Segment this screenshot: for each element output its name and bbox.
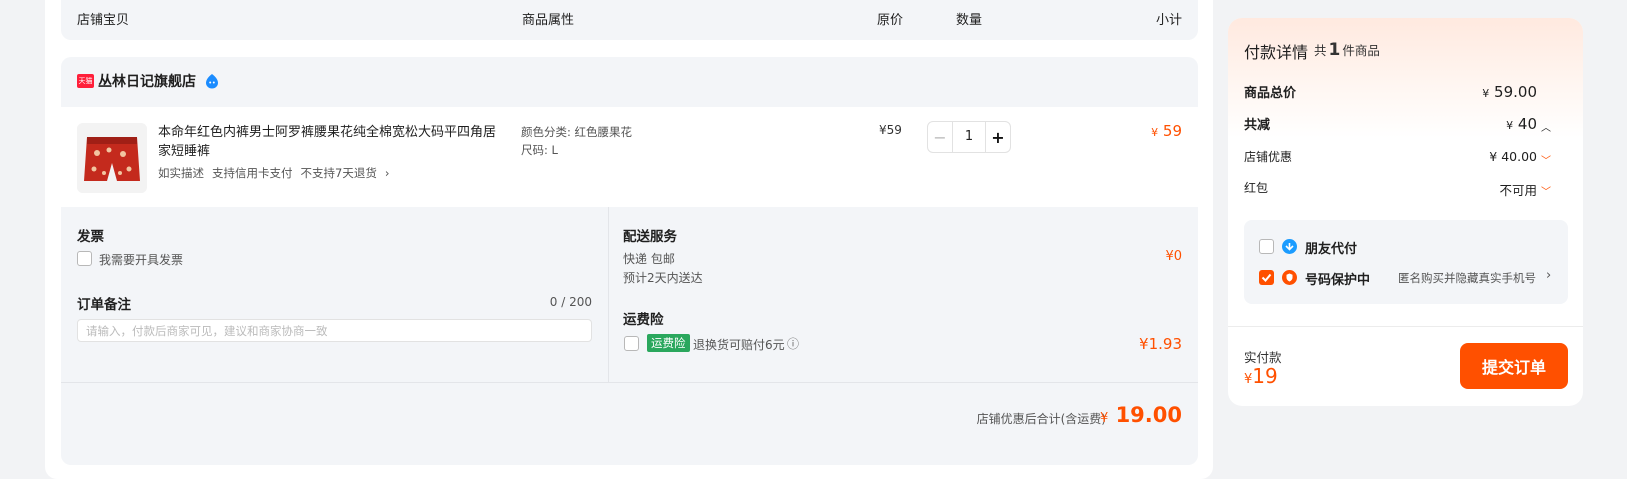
divider	[1228, 326, 1583, 327]
goods-total-value: 59.00	[1494, 83, 1537, 101]
chevron-right-icon: ›	[384, 166, 390, 180]
invoice-title: 发票	[77, 229, 104, 245]
chevron-down-icon[interactable]: ﹀	[1541, 152, 1551, 167]
delivery-eta: 预计2天内送达	[623, 271, 703, 285]
delivery-method: 快递 包邮	[623, 252, 675, 266]
payment-title: 付款详情	[1244, 43, 1309, 62]
paid-value: 19	[1252, 364, 1278, 388]
product-attributes: 颜色分类: 红色腰果花 尺码: L	[521, 123, 632, 159]
quantity-input[interactable]: 1	[953, 122, 985, 152]
shop-discount-value[interactable]: ¥ 40.00	[1489, 149, 1537, 164]
privacy-desc[interactable]: 匿名购买并隐藏真实手机号	[1398, 270, 1536, 286]
count-prefix: 共	[1314, 43, 1327, 58]
privacy-checkbox[interactable]	[1259, 270, 1274, 285]
divider	[61, 382, 1198, 383]
order-total-value: 19.00	[1115, 403, 1182, 427]
insurance-price: ¥1.93	[1139, 335, 1182, 353]
order-total-label: 店铺优惠后合计(含运费)	[976, 412, 1106, 426]
tmall-icon: 天猫	[77, 74, 94, 88]
insurance-title: 运费险	[623, 312, 664, 328]
service-tag: 支持信用卡支付	[212, 166, 293, 180]
discount-label: 共减	[1244, 118, 1271, 133]
shield-icon	[1282, 270, 1297, 285]
paid-amount: ¥19	[1244, 364, 1278, 388]
payment-panel: 付款详情 共 1 件商品 商品总价 ¥ 59.00 共减 ¥ 40 ︿ 店铺优惠 ¥…	[1228, 18, 1583, 406]
cart-item-row: 本命年红色内裤男士阿罗裤腰果花纯全棉宽松大码平四角居家短睡裤 如实描述 支持信用…	[61, 107, 1198, 207]
chevron-up-icon[interactable]: ︿	[1541, 119, 1551, 134]
boxer-shorts-image	[77, 123, 147, 193]
product-thumbnail[interactable]	[77, 123, 147, 193]
discount-value: 40	[1517, 115, 1537, 133]
goods-total-label: 商品总价	[1244, 86, 1297, 101]
invoice-checkbox[interactable]	[77, 251, 92, 266]
shop-row: 天猫 丛林日记旗舰店	[61, 57, 1198, 107]
attr-color: 颜色分类: 红色腰果花	[521, 125, 633, 139]
shop-name[interactable]: 丛林日记旗舰店	[98, 71, 196, 91]
discount-total[interactable]: ¥ 40	[1506, 115, 1537, 133]
remark-input[interactable]	[77, 319, 592, 342]
currency-symbol: ¥	[1151, 126, 1159, 139]
order-total: ¥ 19.00	[1100, 403, 1182, 427]
chevron-down-icon[interactable]: ﹀	[1541, 183, 1551, 198]
delivery-price: ¥0	[1165, 249, 1182, 264]
unit-price: ¥59	[879, 123, 902, 137]
submit-order-button[interactable]: 提交订单	[1460, 343, 1568, 389]
currency-symbol: ¥	[1482, 87, 1490, 100]
currency-symbol: ¥	[1099, 411, 1109, 426]
increase-button[interactable]: +	[985, 122, 1010, 152]
service-tag: 不支持7天退货	[300, 166, 377, 180]
delivery-title: 配送服务	[623, 229, 677, 245]
goods-total: ¥ 59.00	[1482, 83, 1537, 101]
shop-order: 天猫 丛林日记旗舰店 本命年红色内裤男士阿罗裤腰果花纯全棉宽松大码平四角居家短睡…	[61, 57, 1198, 465]
quantity-stepper: − 1 +	[927, 121, 1011, 153]
service-tag: 如实描述	[158, 166, 204, 180]
count-suffix: 件商品	[1342, 43, 1380, 58]
redpacket-label: 红包	[1244, 181, 1269, 195]
order-panel: 店铺宝贝 商品属性 原价 数量 小计 天猫 丛林日记旗舰店 本命年红色内裤男士阿…	[45, 0, 1213, 479]
col-qty-header: 数量	[956, 13, 983, 28]
col-price-header: 原价	[877, 13, 904, 28]
wangwang-chat-icon[interactable]	[204, 73, 220, 89]
info-icon[interactable]: ⓘ	[787, 335, 799, 352]
divider	[608, 207, 609, 382]
decrease-button[interactable]: −	[928, 122, 953, 152]
remark-title: 订单备注	[77, 297, 131, 313]
privacy-label: 号码保护中	[1305, 273, 1371, 288]
payment-options: 朋友代付 号码保护中 匿名购买并隐藏真实手机号 ›	[1244, 220, 1568, 304]
item-count: 共 1 件商品	[1314, 40, 1380, 60]
friend-pay-icon	[1282, 239, 1297, 254]
col-item-header: 店铺宝贝	[77, 13, 130, 28]
remark-counter: 0 / 200	[549, 295, 592, 309]
friend-pay-checkbox[interactable]	[1259, 239, 1274, 254]
service-tags[interactable]: 如实描述 支持信用卡支付 不支持7天退货 ›	[158, 165, 389, 181]
friend-pay-label[interactable]: 朋友代付	[1305, 238, 1357, 257]
col-attrs-header: 商品属性	[522, 13, 575, 28]
attr-size: 尺码: L	[521, 143, 558, 157]
column-header: 店铺宝贝 商品属性 原价 数量 小计	[61, 0, 1198, 40]
invoice-checkbox-label[interactable]: 我需要开具发票	[99, 251, 183, 268]
count-value: 1	[1328, 40, 1341, 60]
insurance-badge: 运费险	[647, 334, 690, 352]
redpacket-value[interactable]: 不可用	[1499, 180, 1537, 199]
currency-symbol: ¥	[1506, 119, 1514, 132]
insurance-desc: 退换货可赔付6元	[693, 338, 785, 352]
col-subtotal-header: 小计	[1155, 13, 1182, 28]
check-icon	[1261, 273, 1272, 282]
item-subtotal: ¥ 59	[1151, 122, 1182, 140]
insurance-checkbox[interactable]	[624, 336, 639, 351]
subtotal-value: 59	[1162, 122, 1182, 140]
product-title[interactable]: 本命年红色内裤男士阿罗裤腰果花纯全棉宽松大码平四角居家短睡裤	[158, 123, 503, 161]
chevron-right-icon[interactable]: ›	[1546, 268, 1551, 283]
shop-discount-label: 店铺优惠	[1244, 150, 1293, 164]
